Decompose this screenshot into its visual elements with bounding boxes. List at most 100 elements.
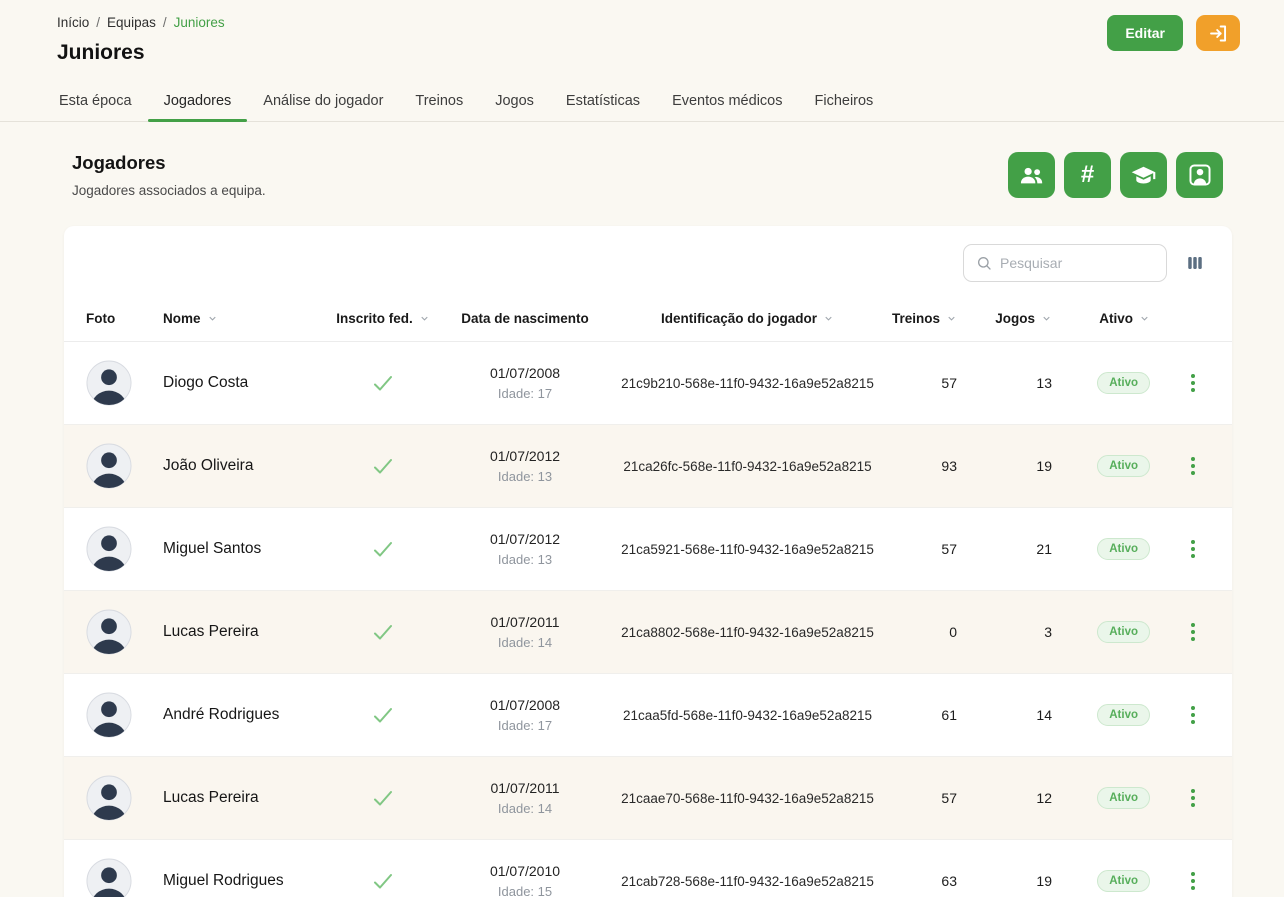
registered-cell: [321, 342, 445, 424]
column-header-nome[interactable]: Nome: [163, 311, 321, 326]
kebab-menu-icon[interactable]: [1186, 784, 1200, 812]
person-badge-icon: [1187, 162, 1213, 188]
actions-cell: [1160, 342, 1210, 424]
status-badge: Ativo: [1097, 870, 1150, 892]
age-label: Idade: 15: [497, 884, 553, 897]
player-id: 21ca26fc-568e-11f0-9432-16a9e52a8215: [623, 458, 872, 474]
staff-button[interactable]: [1176, 152, 1223, 198]
table-row[interactable]: João Oliveira 01/07/2012 Idade: 13 21ca2…: [64, 425, 1232, 508]
avatar: [86, 526, 132, 572]
chevron-down-icon: [419, 313, 430, 324]
column-label: Jogos: [995, 311, 1035, 326]
trainings-count: 63: [941, 873, 957, 889]
birth-date: 01/07/2012: [489, 448, 561, 464]
table-row[interactable]: Diogo Costa 01/07/2008 Idade: 17 21c9b21…: [64, 342, 1232, 425]
kebab-menu-icon[interactable]: [1186, 452, 1200, 480]
column-header-identificacao[interactable]: Identificação do jogador: [605, 311, 890, 326]
registered-cell: [321, 674, 445, 756]
games-count: 21: [1036, 541, 1052, 557]
games-count: 12: [1036, 790, 1052, 806]
check-icon: [371, 537, 395, 561]
actions-cell: [1160, 757, 1210, 839]
chevron-down-icon: [1041, 313, 1052, 324]
page-header: Início / Equipas / Juniores Juniores Edi…: [0, 0, 1284, 65]
columns-toggle-button[interactable]: [1184, 252, 1206, 274]
breadcrumb-inicio[interactable]: Início: [57, 15, 89, 30]
photo-cell: [86, 591, 163, 673]
trainings-count: 61: [941, 707, 957, 723]
table-row[interactable]: Lucas Pereira 01/07/2011 Idade: 14 21ca8…: [64, 591, 1232, 674]
tab-ficheiros[interactable]: Ficheiros: [798, 81, 889, 121]
table-row[interactable]: Miguel Santos 01/07/2012 Idade: 13 21ca5…: [64, 508, 1232, 591]
games-count: 19: [1036, 458, 1052, 474]
player-id: 21caae70-568e-11f0-9432-16a9e52a8215: [621, 790, 874, 806]
table-row[interactable]: André Rodrigues 01/07/2008 Idade: 17 21c…: [64, 674, 1232, 757]
tab-treinos[interactable]: Treinos: [399, 81, 479, 121]
search-input[interactable]: [1000, 255, 1154, 271]
player-id: 21ca8802-568e-11f0-9432-16a9e52a8215: [621, 624, 874, 640]
status-cell: Ativo: [1060, 591, 1160, 673]
breadcrumb-juniores: Juniores: [173, 15, 225, 30]
photo-cell: [86, 840, 163, 897]
tab-esta-epoca[interactable]: Esta época: [43, 81, 148, 121]
table-row[interactable]: Miguel Rodrigues 01/07/2010 Idade: 15 21…: [64, 840, 1232, 897]
age-label: Idade: 14: [497, 635, 553, 650]
column-header-inscrito-fed[interactable]: Inscrito fed.: [321, 311, 445, 326]
search-icon: [976, 255, 992, 271]
export-button[interactable]: [1196, 15, 1240, 51]
search-box: [963, 244, 1167, 282]
trainings-count: 57: [941, 541, 957, 557]
status-badge: Ativo: [1097, 787, 1150, 809]
column-label: Data de nascimento: [461, 311, 589, 326]
actions-cell: [1160, 591, 1210, 673]
header-actions: Editar: [1107, 15, 1240, 51]
kebab-menu-icon[interactable]: [1186, 701, 1200, 729]
numbers-button[interactable]: #: [1064, 152, 1111, 198]
birth-date-cell: 01/07/2012 Idade: 13: [445, 425, 605, 507]
player-name: Lucas Pereira: [163, 789, 259, 806]
column-header-jogos[interactable]: Jogos: [970, 311, 1060, 326]
birth-date: 01/07/2010: [489, 863, 561, 879]
breadcrumb-separator: /: [162, 15, 167, 30]
breadcrumb-equipas[interactable]: Equipas: [107, 15, 156, 30]
photo-cell: [86, 508, 163, 590]
player-name: André Rodrigues: [163, 706, 280, 723]
avatar: [86, 360, 132, 406]
column-label: Inscrito fed.: [336, 311, 413, 326]
kebab-menu-icon[interactable]: [1186, 369, 1200, 397]
check-icon: [371, 620, 395, 644]
player-name: João Oliveira: [163, 457, 254, 474]
table-toolbar: [64, 226, 1232, 296]
player-id: 21c9b210-568e-11f0-9432-16a9e52a8215: [621, 375, 874, 391]
edit-button[interactable]: Editar: [1107, 15, 1183, 51]
coaches-button[interactable]: [1120, 152, 1167, 198]
player-id: 21caa5fd-568e-11f0-9432-16a9e52a8215: [623, 707, 872, 723]
tab-jogadores[interactable]: Jogadores: [147, 81, 248, 122]
kebab-menu-icon[interactable]: [1186, 867, 1200, 895]
tab-analise-do-jogador[interactable]: Análise do jogador: [247, 81, 399, 121]
tab-eventos-medicos[interactable]: Eventos médicos: [656, 81, 798, 121]
table-row[interactable]: Lucas Pereira 01/07/2011 Idade: 14 21caa…: [64, 757, 1232, 840]
tab-jogos[interactable]: Jogos: [479, 81, 550, 121]
birth-date-cell: 01/07/2012 Idade: 13: [445, 508, 605, 590]
trainings-count: 57: [941, 375, 957, 391]
check-icon: [371, 703, 395, 727]
player-name: Miguel Santos: [163, 540, 262, 557]
column-header-ativo[interactable]: Ativo: [1060, 311, 1160, 326]
column-label: Foto: [86, 311, 116, 326]
kebab-menu-icon[interactable]: [1186, 535, 1200, 563]
section-title: Jogadores: [72, 152, 166, 173]
trainings-count: 93: [941, 458, 957, 474]
games-count: 19: [1036, 873, 1052, 889]
birth-date-cell: 01/07/2008 Idade: 17: [445, 342, 605, 424]
avatar: [86, 692, 132, 738]
avatar: [86, 609, 132, 655]
column-header-treinos[interactable]: Treinos: [890, 311, 970, 326]
status-badge: Ativo: [1097, 621, 1150, 643]
column-label: Ativo: [1099, 311, 1133, 326]
tab-estatisticas[interactable]: Estatísticas: [550, 81, 656, 121]
kebab-menu-icon[interactable]: [1186, 618, 1200, 646]
status-cell: Ativo: [1060, 342, 1160, 424]
status-badge: Ativo: [1097, 372, 1150, 394]
players-group-button[interactable]: [1008, 152, 1055, 198]
